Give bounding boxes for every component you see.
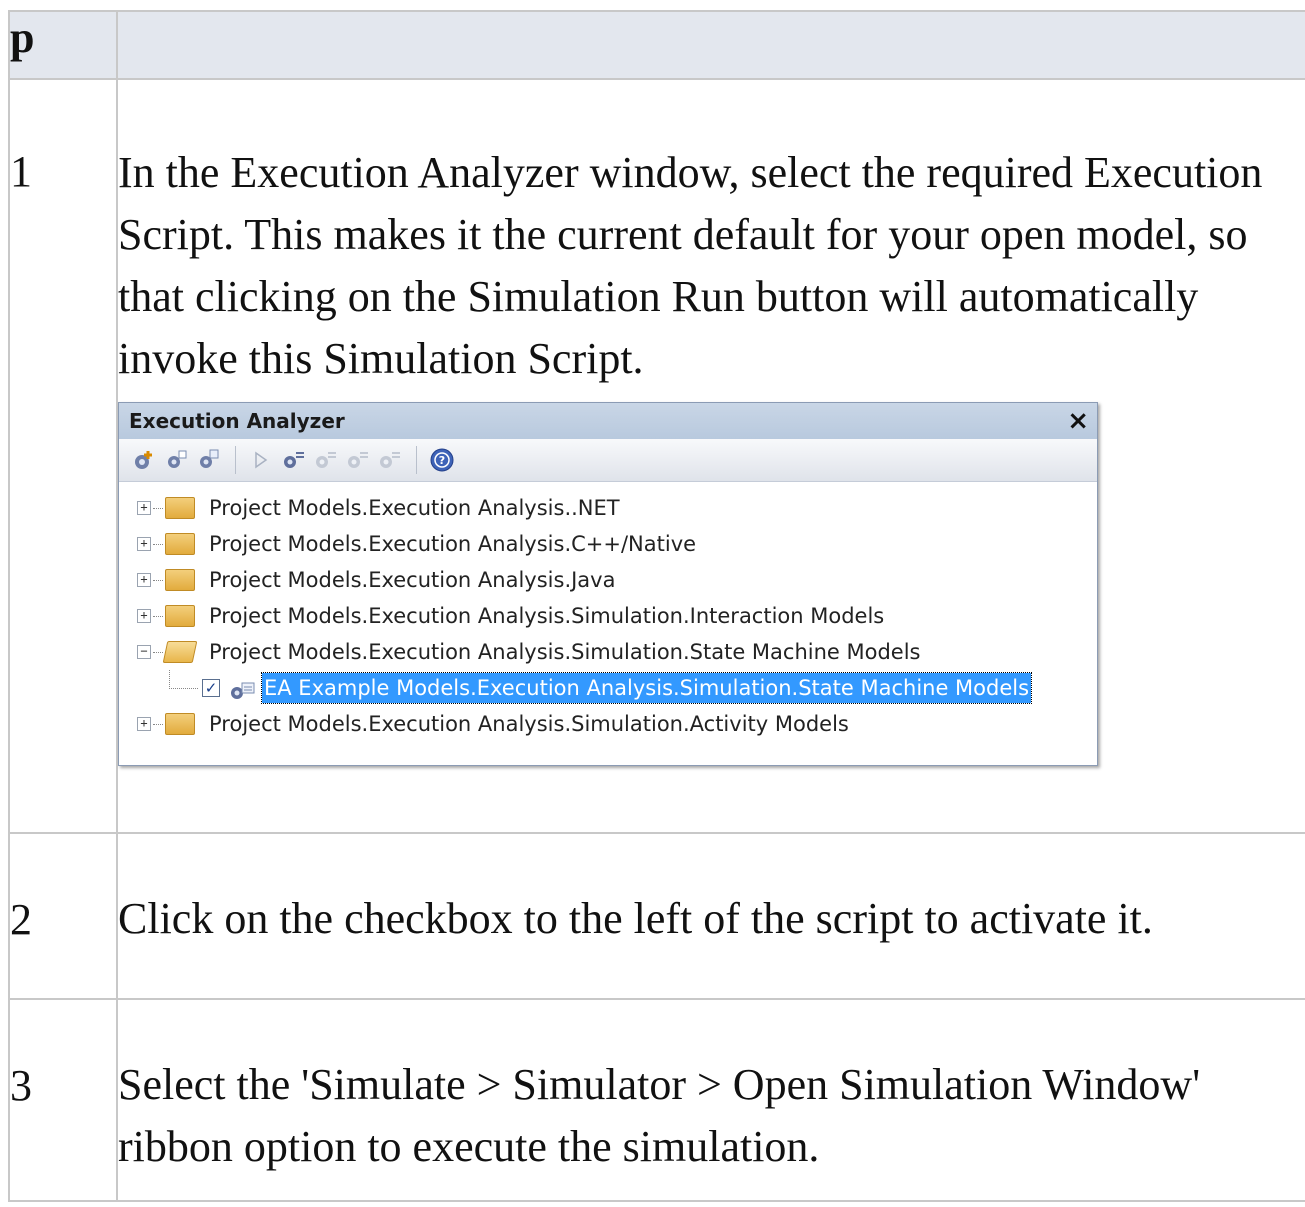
folder-icon xyxy=(165,497,195,519)
build-icon[interactable] xyxy=(278,445,308,475)
expand-icon[interactable]: + xyxy=(137,501,151,515)
tree-connector xyxy=(153,723,163,725)
tree-item[interactable]: + Project Models.Execution Analysis.Simu… xyxy=(119,598,1097,634)
tree-connector xyxy=(153,651,163,653)
script-icon xyxy=(228,677,256,699)
table-row: 3 Select the 'Simulate > Simulator > Ope… xyxy=(8,998,1305,1202)
debug-icon[interactable] xyxy=(310,445,340,475)
step-description-cell: In the Execution Analyzer window, select… xyxy=(116,78,1305,834)
tree-item-script[interactable]: ✓ EA Example Models.Execution Analysis.S… xyxy=(119,669,1097,706)
expand-icon[interactable]: + xyxy=(137,537,151,551)
tree-item-label: Project Models.Execution Analysis.Java xyxy=(209,568,616,592)
header-description xyxy=(116,10,1305,80)
step-number: 2 xyxy=(10,895,32,944)
tree-item-label: Project Models.Execution Analysis.Simula… xyxy=(209,712,849,736)
tree-connector xyxy=(153,507,163,509)
tree-item[interactable]: + Project Models.Execution Analysis.Simu… xyxy=(119,706,1097,742)
open-folder-icon xyxy=(162,641,198,663)
table-row: 1 In the Execution Analyzer window, sele… xyxy=(8,78,1305,834)
window-titlebar: Execution Analyzer × xyxy=(119,403,1097,439)
window-title: Execution Analyzer xyxy=(129,409,345,433)
toolbar-separator xyxy=(235,446,236,474)
deploy-icon[interactable] xyxy=(374,445,404,475)
tree-item[interactable]: + Project Models.Execution Analysis..NET xyxy=(119,490,1097,526)
help-icon[interactable]: ? xyxy=(427,445,457,475)
tree-item-label: Project Models.Execution Analysis.C++/Na… xyxy=(209,532,697,556)
folder-icon xyxy=(165,533,195,555)
tree-connector xyxy=(153,543,163,545)
toolbar-separator xyxy=(416,446,417,474)
step-number-cell: 2 xyxy=(8,832,118,1000)
edit-script-icon[interactable] xyxy=(161,445,191,475)
collapse-icon[interactable]: − xyxy=(137,645,151,659)
copy-script-icon[interactable] xyxy=(193,445,223,475)
execution-analyzer-window: Execution Analyzer × ? + Project Models.… xyxy=(118,402,1098,766)
step-description-cell: Select the 'Simulate > Simulator > Open … xyxy=(116,998,1305,1202)
step-number-cell: 3 xyxy=(8,998,118,1202)
folder-icon xyxy=(165,713,195,735)
run-icon[interactable] xyxy=(246,445,276,475)
expand-icon[interactable]: + xyxy=(137,717,151,731)
expand-icon[interactable]: + xyxy=(137,609,151,623)
tree-item[interactable]: + Project Models.Execution Analysis.C++/… xyxy=(119,526,1097,562)
script-tree: + Project Models.Execution Analysis..NET… xyxy=(119,482,1097,742)
expand-icon[interactable]: + xyxy=(137,573,151,587)
table-row: 2 Click on the checkbox to the left of t… xyxy=(8,832,1305,1000)
tree-item-label-selected: EA Example Models.Execution Analysis.Sim… xyxy=(260,672,1033,704)
tree-item-label: Project Models.Execution Analysis.Simula… xyxy=(209,604,885,628)
close-icon[interactable]: × xyxy=(1067,408,1089,434)
tree-connector xyxy=(153,615,163,617)
step-number: 3 xyxy=(10,1061,32,1110)
tree-connector xyxy=(169,669,198,689)
step-number-cell: 1 xyxy=(8,78,118,834)
add-script-icon[interactable] xyxy=(129,445,159,475)
step-text: Click on the checkbox to the left of the… xyxy=(118,894,1153,943)
step-text: Select the 'Simulate > Simulator > Open … xyxy=(118,1060,1201,1171)
toolbar: ? xyxy=(119,439,1097,482)
page: p 1 In the Execution Analyzer window, se… xyxy=(0,0,1305,1207)
folder-icon xyxy=(165,569,195,591)
svg-text:?: ? xyxy=(439,454,445,467)
tree-item[interactable]: + Project Models.Execution Analysis.Java xyxy=(119,562,1097,598)
test-icon[interactable] xyxy=(342,445,372,475)
folder-icon xyxy=(165,605,195,627)
step-number: 1 xyxy=(10,147,32,196)
header-step-number: p xyxy=(8,10,118,80)
script-checkbox[interactable]: ✓ xyxy=(202,679,220,697)
step-text: In the Execution Analyzer window, select… xyxy=(118,148,1263,383)
tree-item-label: Project Models.Execution Analysis.Simula… xyxy=(209,640,921,664)
steps-table: p 1 In the Execution Analyzer window, se… xyxy=(8,10,1305,1202)
step-description-cell: Click on the checkbox to the left of the… xyxy=(116,832,1305,1000)
tree-item[interactable]: − Project Models.Execution Analysis.Simu… xyxy=(119,634,1097,670)
tree-connector xyxy=(153,579,163,581)
table-header-row: p xyxy=(8,10,1305,80)
tree-item-label: Project Models.Execution Analysis..NET xyxy=(209,496,620,520)
